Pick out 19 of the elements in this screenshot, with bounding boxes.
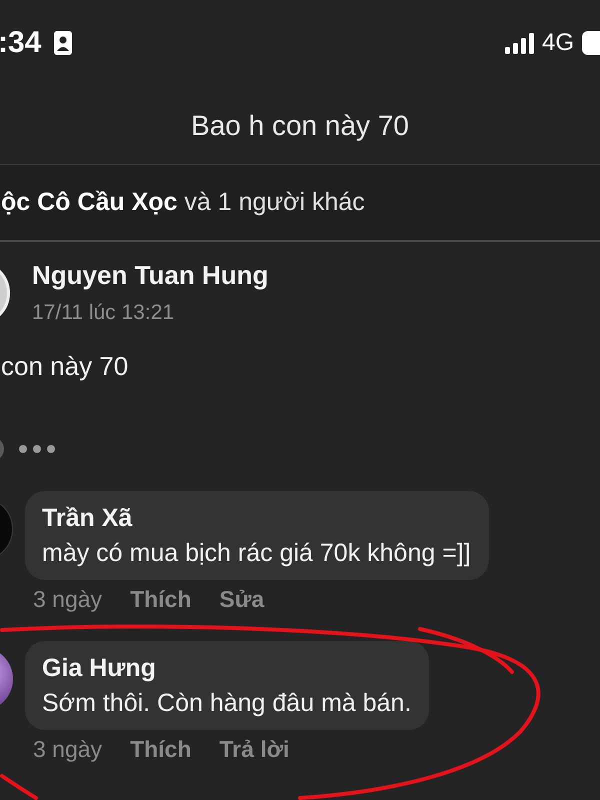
comment-text: Sớm thôi. Còn hàng đâu mà bán. (42, 689, 412, 718)
clock-time: :34 (0, 26, 42, 60)
signal-icon (504, 32, 534, 54)
commenter-name[interactable]: Gia Hưng (42, 654, 412, 683)
post-timestamp[interactable]: 17/11 lúc 13:21 (32, 301, 268, 325)
comment-time: 3 ngày (33, 736, 102, 763)
comment-action-link[interactable]: Thích (130, 736, 192, 763)
comment-time: 3 ngày (33, 586, 102, 613)
ellipsis-icon (18, 444, 56, 454)
comment-action-link[interactable]: Sửa (219, 586, 264, 613)
comment-text: mày có mua bịch rác giá 70k không =]] (42, 539, 471, 568)
post-title: Bao h con này 70 (191, 110, 409, 142)
comment-action-link[interactable]: Thích (130, 586, 192, 613)
person-badge-icon (53, 30, 74, 56)
author-name[interactable]: Nguyen Tuan Hung (32, 260, 268, 291)
network-label: 4G (542, 29, 574, 57)
post-text: con này 70 (1, 351, 130, 382)
comment-action-link[interactable]: Trả lời (219, 736, 290, 763)
commenter-name[interactable]: Trần Xã (42, 504, 471, 533)
